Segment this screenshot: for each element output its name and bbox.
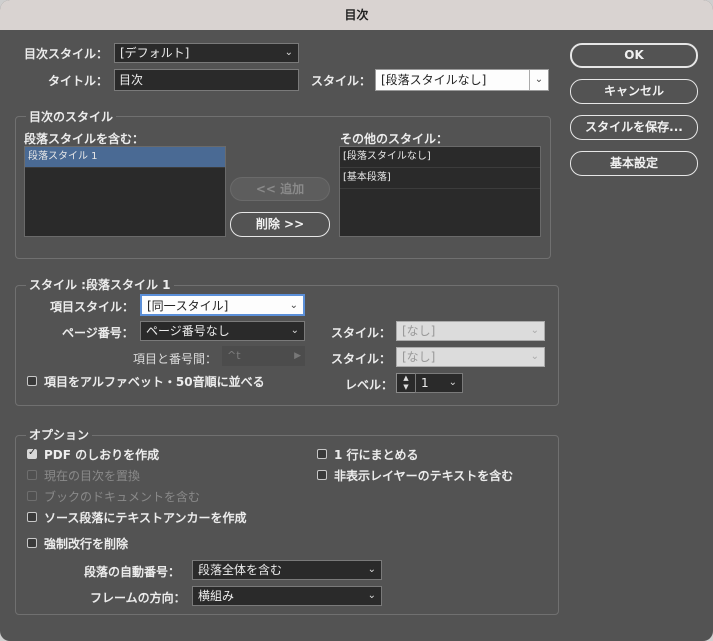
chevron-down-icon: ⌄ bbox=[529, 70, 548, 90]
remove-forced-breaks-label: 強制改行を削除 bbox=[44, 537, 129, 551]
replace-existing-checkbox[interactable] bbox=[27, 470, 37, 480]
numbered-paragraphs-select[interactable]: 段落全体を含む ⌄ bbox=[192, 560, 382, 580]
title-input[interactable]: 目次 bbox=[114, 69, 299, 91]
make-anchor-checkbox[interactable] bbox=[27, 512, 37, 522]
between-style-label: スタイル： bbox=[331, 352, 392, 366]
page-number-value: ページ番号なし bbox=[146, 324, 230, 338]
replace-existing-label: 現在の目次を置換 bbox=[44, 469, 141, 483]
include-book-label: ブックのドキュメントを含む bbox=[44, 490, 201, 504]
between-input[interactable]: ^t ▶ bbox=[222, 346, 305, 366]
basic-settings-button[interactable]: 基本設定 bbox=[570, 151, 698, 176]
run-in-checkbox[interactable] bbox=[317, 449, 327, 459]
between-value: ^t bbox=[227, 349, 241, 362]
level-value: 1 bbox=[421, 376, 429, 390]
chevron-down-icon: ⌄ bbox=[367, 564, 376, 575]
pdf-bookmarks-checkbox[interactable] bbox=[27, 447, 37, 459]
run-in-label: 1 行にまとめる bbox=[334, 448, 419, 462]
frame-direction-select[interactable]: 横組み ⌄ bbox=[192, 586, 382, 606]
sort-label: 項目をアルファベット・50音順に並べる bbox=[44, 375, 265, 389]
chevron-down-icon: ⌄ bbox=[289, 300, 298, 311]
title-style-value: [段落スタイルなし] bbox=[381, 73, 487, 87]
chevron-down-icon[interactable]: ▼ bbox=[397, 383, 415, 392]
numbered-paragraphs-value: 段落全体を含む bbox=[198, 563, 283, 577]
pdf-bookmarks-label: PDF のしおりを作成 bbox=[44, 448, 160, 462]
chevron-up-icon[interactable]: ▲ bbox=[397, 374, 415, 383]
add-button[interactable]: << 追加 bbox=[230, 177, 330, 201]
style-group-title: スタイル :段落スタイル 1 bbox=[26, 276, 174, 293]
page-number-style-label: スタイル： bbox=[331, 326, 392, 340]
cancel-button[interactable]: キャンセル bbox=[570, 79, 698, 104]
include-styles-list[interactable]: 段落スタイル 1 bbox=[24, 146, 226, 237]
chevron-down-icon: ⌄ bbox=[448, 377, 457, 388]
list-item[interactable]: [基本段落] bbox=[340, 168, 540, 189]
list-item[interactable]: 段落スタイル 1 bbox=[25, 147, 225, 168]
between-label: 項目と番号間： bbox=[133, 352, 218, 366]
page-number-style-select[interactable]: [なし] ⌄ bbox=[396, 321, 545, 341]
list-item[interactable]: [段落スタイルなし] bbox=[340, 147, 540, 168]
title-style-label: スタイル： bbox=[311, 74, 372, 88]
page-number-label: ページ番号： bbox=[62, 326, 134, 340]
frame-direction-value: 横組み bbox=[198, 589, 235, 603]
chevron-down-icon: ⌄ bbox=[530, 351, 539, 362]
between-style-value: [なし] bbox=[402, 350, 436, 364]
chevron-down-icon: ⌄ bbox=[530, 325, 539, 336]
between-style-select[interactable]: [なし] ⌄ bbox=[396, 347, 545, 367]
include-styles-label: 段落スタイルを含む： bbox=[24, 132, 145, 146]
page-number-style-value: [なし] bbox=[402, 324, 436, 338]
save-style-button[interactable]: スタイルを保存... bbox=[570, 115, 698, 140]
title-label: タイトル： bbox=[48, 74, 109, 88]
frame-direction-label: フレームの方向： bbox=[90, 591, 186, 605]
arrow-right-icon: ▶ bbox=[294, 351, 301, 361]
entry-style-value: [同一スタイル] bbox=[147, 299, 229, 313]
numbered-paragraphs-label: 段落の自動番号： bbox=[84, 565, 181, 579]
chevron-down-icon: ⌄ bbox=[367, 590, 376, 601]
toc-dialog: 目次 目次スタイル： [デフォルト] ⌄ タイトル： 目次 スタイル： [段落ス… bbox=[0, 0, 713, 641]
other-styles-list[interactable]: [段落スタイルなし] [基本段落] bbox=[339, 146, 541, 237]
include-book-checkbox[interactable] bbox=[27, 491, 37, 501]
chevron-down-icon: ⌄ bbox=[284, 47, 293, 58]
level-stepper[interactable]: ▲ ▼ bbox=[396, 373, 416, 393]
toc-style-select[interactable]: [デフォルト] ⌄ bbox=[114, 43, 299, 63]
toc-style-value: [デフォルト] bbox=[120, 46, 190, 60]
level-label: レベル： bbox=[345, 378, 394, 392]
remove-forced-breaks-checkbox[interactable] bbox=[27, 538, 37, 548]
make-anchor-label: ソース段落にテキストアンカーを作成 bbox=[44, 511, 247, 525]
chevron-down-icon: ⌄ bbox=[290, 325, 299, 336]
page-number-select[interactable]: ページ番号なし ⌄ bbox=[140, 321, 305, 341]
options-title: オプション bbox=[26, 426, 93, 443]
other-styles-label: その他のスタイル： bbox=[340, 132, 449, 146]
styles-in-toc-title: 目次のスタイル bbox=[26, 108, 117, 125]
remove-button[interactable]: 削除 >> bbox=[230, 212, 330, 237]
title-style-select[interactable]: [段落スタイルなし] ⌄ bbox=[375, 69, 549, 91]
ok-button[interactable]: OK bbox=[570, 43, 698, 68]
entry-style-label: 項目スタイル： bbox=[50, 300, 135, 314]
sort-checkbox[interactable] bbox=[27, 376, 37, 386]
window-title: 目次 bbox=[0, 0, 713, 30]
toc-style-label: 目次スタイル： bbox=[24, 47, 109, 61]
hidden-layers-checkbox[interactable] bbox=[317, 470, 327, 480]
entry-style-select[interactable]: [同一スタイル] ⌄ bbox=[140, 294, 305, 316]
level-select[interactable]: 1 ⌄ bbox=[415, 373, 463, 393]
hidden-layers-label: 非表示レイヤーのテキストを含む bbox=[334, 469, 514, 483]
